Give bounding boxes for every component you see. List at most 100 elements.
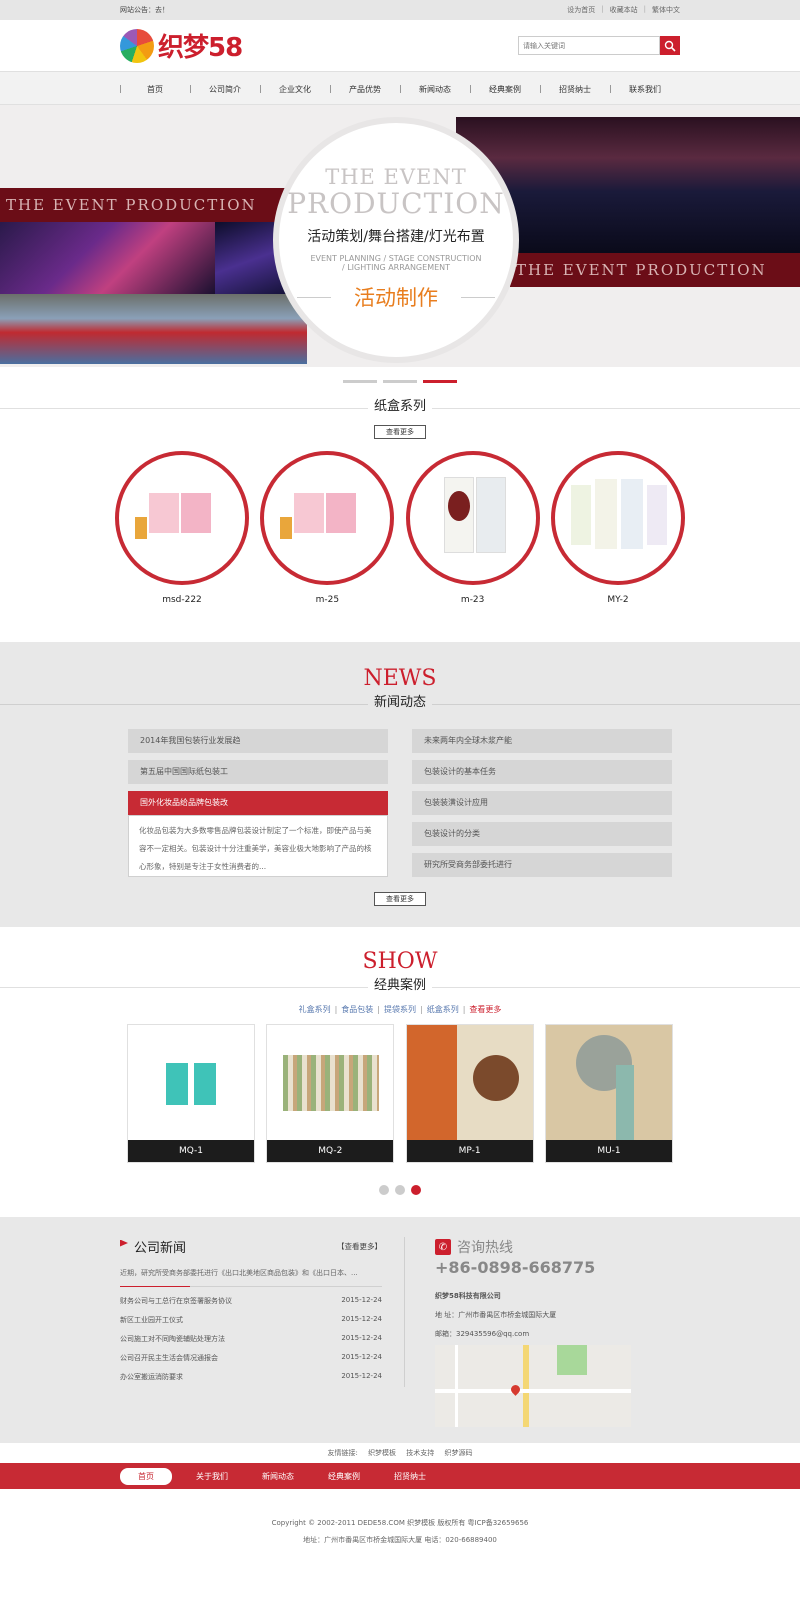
case-category[interactable]: 礼盒系列 <box>299 1005 331 1014</box>
nav-news[interactable]: 新闻动态 <box>400 84 470 95</box>
case-card[interactable]: MP-1 <box>405 1024 534 1163</box>
banner-dot-1[interactable] <box>343 379 377 383</box>
footer-nav-about[interactable]: 关于我们 <box>186 1468 238 1485</box>
case-category[interactable]: 提袋系列 <box>384 1005 416 1014</box>
cases-dot-2[interactable] <box>395 1185 405 1195</box>
cartons-heading: 纸盒系列 <box>0 395 800 421</box>
divider: | <box>334 1005 338 1014</box>
nav-jobs[interactable]: 招贤纳士 <box>540 84 610 95</box>
carton-name: MY-2 <box>607 595 629 605</box>
carton-item[interactable]: MY-2 <box>550 451 685 605</box>
hero-banner[interactable]: THE EVENT PRODUCTION THE EVENT PRODUCTIO… <box>0 105 800 367</box>
divider: | <box>601 5 604 13</box>
news-section: NEWS 新闻动态 2014年我国包装行业发展趋 第五届中国国际纸包装工 国外化… <box>0 642 800 927</box>
carton-item[interactable]: msd-222 <box>115 451 249 605</box>
company-news-row[interactable]: 财务公司与工总行在京签署服务协议 2015-12-24 <box>120 1296 382 1306</box>
banner-services-cn: 活动策划/舞台搭建/灯光布置 <box>307 229 485 245</box>
cases-more-link[interactable]: 查看更多 <box>469 1005 501 1014</box>
nav-products[interactable]: 产品优势 <box>330 84 400 95</box>
company-news-intro[interactable]: 近期，研究所受商务部委托进行《出口北美地区商品包装》和《出口日本、... <box>120 1268 382 1287</box>
nav-culture[interactable]: 企业文化 <box>260 84 330 95</box>
case-card[interactable]: MQ-1 <box>127 1024 255 1163</box>
news-item[interactable]: 2014年我国包装行业发展趋 <box>128 729 388 753</box>
nav-cases[interactable]: 经典案例 <box>470 84 540 95</box>
news-item-active[interactable]: 国外化妆品给品牌包装改 <box>128 791 388 815</box>
company-news-row-date: 2015-12-24 <box>341 1334 382 1342</box>
footer-nav-jobs[interactable]: 招贤纳士 <box>384 1468 436 1485</box>
case-name: MP-1 <box>406 1140 533 1162</box>
carton-item[interactable]: m-25 <box>260 451 395 605</box>
company-news-title: 公司新闻 <box>134 1241 187 1256</box>
case-category-filter: 礼盒系列 | 食品包装 | 提袋系列 | 纸盒系列 | 查看更多 <box>0 1004 800 1015</box>
search-input[interactable] <box>518 36 660 55</box>
company-news: 公司新闻 【查看更多】 近期，研究所受商务部委托进行《出口北美地区商品包装》和《… <box>120 1237 392 1427</box>
nav-contact[interactable]: 联系我们 <box>610 84 680 95</box>
nav-about[interactable]: 公司简介 <box>190 84 260 95</box>
friend-link[interactable]: 织梦源码 <box>445 1449 473 1457</box>
news-item[interactable]: 包装设计的分类 <box>412 822 672 846</box>
top-bar: 网站公告：去！ 设为首页 | 收藏本站 | 繁体中文 <box>0 0 800 20</box>
logo-icon <box>120 28 154 63</box>
nav-home[interactable]: 首页 <box>120 84 190 95</box>
company-news-row-date: 2015-12-24 <box>341 1315 382 1323</box>
divider: | <box>462 1005 466 1014</box>
banner-heading-en-2: PRODUCTION <box>287 187 505 220</box>
company-news-header: 公司新闻 【查看更多】 <box>120 1237 382 1256</box>
news-item[interactable]: 包装设计的基本任务 <box>412 760 672 784</box>
banner-photo-concert <box>0 222 215 294</box>
search-button[interactable] <box>660 36 680 55</box>
case-card[interactable]: MQ-2 <box>266 1024 395 1163</box>
company-news-row[interactable]: 办公室搬运消防要求 2015-12-24 <box>120 1372 382 1382</box>
company-news-row-title: 财务公司与工总行在京签署服务协议 <box>120 1297 232 1305</box>
banner-dot-3-active[interactable] <box>423 379 457 383</box>
case-name: MU-1 <box>545 1140 672 1162</box>
cases-dot-3-active[interactable] <box>411 1185 421 1195</box>
friend-link[interactable]: 技术支持 <box>406 1449 434 1457</box>
news-item[interactable]: 包装装潢设计应用 <box>412 791 672 815</box>
footer-nav-news[interactable]: 新闻动态 <box>252 1468 304 1485</box>
news-heading: 新闻动态 <box>0 691 800 717</box>
footer-nav-home[interactable]: 首页 <box>120 1467 172 1485</box>
friend-links-label: 友情链接: <box>327 1449 358 1457</box>
news-item[interactable]: 研究所受商务部委托进行 <box>412 853 672 877</box>
site-logo[interactable]: 织梦58 <box>120 27 243 64</box>
location-map[interactable] <box>435 1345 631 1427</box>
carton-item[interactable]: m-23 <box>405 451 540 605</box>
traditional-chinese-link[interactable]: 繁体中文 <box>652 5 680 15</box>
set-homepage-link[interactable]: 设为首页 <box>567 5 595 15</box>
map-pin-icon <box>509 1383 522 1396</box>
footer-copyright: Copyright © 2002-2011 DEDE58.COM 织梦模板 版权… <box>0 1515 800 1549</box>
banner-band-left: THE EVENT PRODUCTION <box>0 188 300 222</box>
search-icon <box>664 40 676 52</box>
flag-icon <box>120 1239 128 1247</box>
banner-band-right: THE EVENT PRODUCTION <box>510 253 800 287</box>
cartons-more-button[interactable]: 查看更多 <box>374 425 426 439</box>
case-image <box>545 1025 672 1140</box>
carton-name: msd-222 <box>162 595 202 605</box>
footer-nav-cases[interactable]: 经典案例 <box>318 1468 370 1485</box>
hotline-title: 咨询热线 <box>457 1240 513 1256</box>
cases-dot-1[interactable] <box>379 1185 389 1195</box>
company-news-row[interactable]: 新区工业园开工仪式 2015-12-24 <box>120 1315 382 1325</box>
info-section: 公司新闻 【查看更多】 近期，研究所受商务部委托进行《出口北美地区商品包装》和《… <box>0 1217 800 1443</box>
company-news-row-title: 新区工业园开工仪式 <box>120 1316 183 1324</box>
news-title: 新闻动态 <box>367 695 432 710</box>
news-item[interactable]: 未来两年内全球木浆产能 <box>412 729 672 753</box>
carton-image <box>260 451 395 585</box>
cases-pagination <box>0 1185 800 1195</box>
news-item[interactable]: 第五届中国国际纸包装工 <box>128 760 388 784</box>
banner-dot-2[interactable] <box>383 379 417 383</box>
company-news-more-link[interactable]: 【查看更多】 <box>337 1241 382 1252</box>
case-category[interactable]: 食品包装 <box>341 1005 373 1014</box>
company-news-row[interactable]: 公司施工对不同陶瓷辅贴处理方法 2015-12-24 <box>120 1334 382 1344</box>
bookmark-link[interactable]: 收藏本站 <box>610 5 638 15</box>
news-more-button[interactable]: 查看更多 <box>374 892 426 906</box>
friend-link[interactable]: 织梦模板 <box>368 1449 396 1457</box>
company-news-row[interactable]: 公司召开民主生活会情况通报会 2015-12-24 <box>120 1353 382 1363</box>
friend-links: 友情链接: 织梦模板 技术支持 织梦源码 <box>0 1443 800 1463</box>
case-card[interactable]: MU-1 <box>544 1024 673 1163</box>
case-category[interactable]: 纸盒系列 <box>427 1005 459 1014</box>
company-news-row-title: 公司施工对不同陶瓷辅贴处理方法 <box>120 1335 225 1343</box>
case-image <box>128 1025 254 1140</box>
company-news-row-title: 办公室搬运消防要求 <box>120 1373 183 1381</box>
